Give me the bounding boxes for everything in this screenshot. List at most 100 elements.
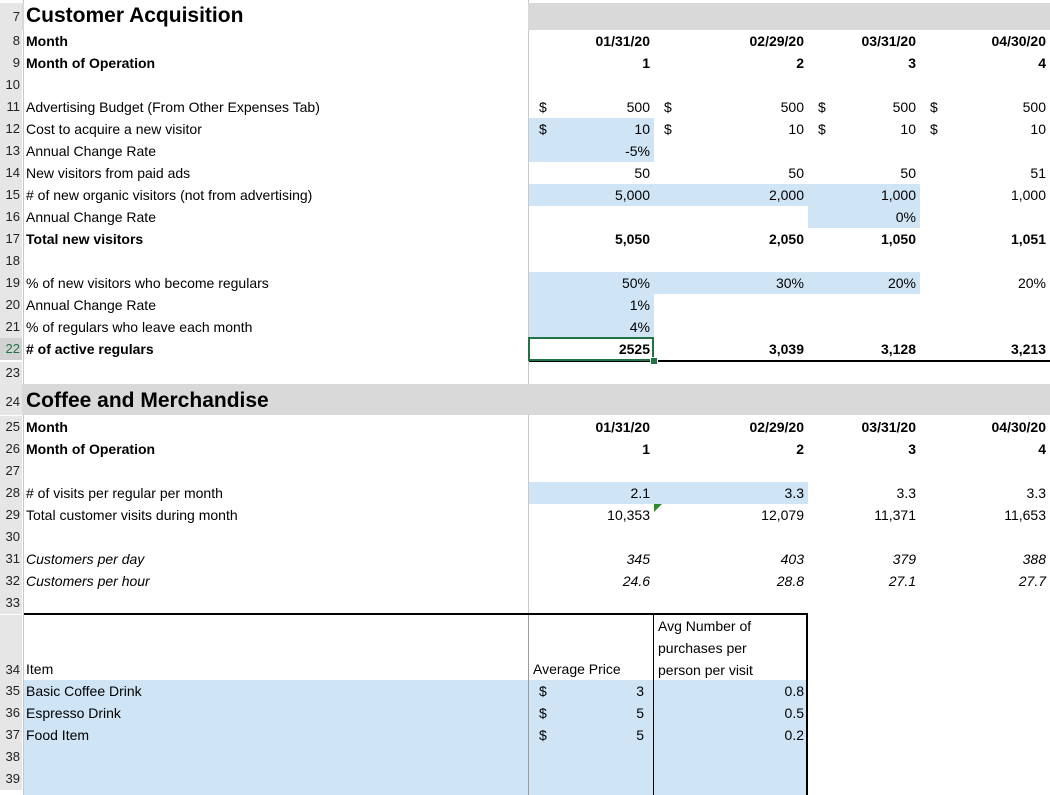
operation-cell[interactable]: 1 <box>529 52 654 74</box>
month-of-operation-row[interactable]: 26 Month of Operation 1 2 3 4 <box>0 438 1050 460</box>
item-name[interactable]: Basic Coffee Drink <box>24 680 528 702</box>
row-header[interactable]: 12 <box>0 118 22 140</box>
cost-per-visitor-cell[interactable]: $10 <box>808 118 920 140</box>
annual-change-cell[interactable]: -5% <box>529 140 654 162</box>
annual-change-row[interactable]: 20 Annual Change Rate 1% <box>0 294 1050 316</box>
operation-label[interactable]: Month of Operation <box>24 438 528 460</box>
cost-per-visitor-cell[interactable]: $10 <box>654 118 808 140</box>
operation-cell[interactable]: 3 <box>808 438 920 460</box>
month-cell[interactable]: 02/29/20 <box>654 30 808 52</box>
visits-per-regular-cell[interactable]: 3.3 <box>920 482 1050 504</box>
operation-cell[interactable]: 4 <box>920 438 1050 460</box>
pct-regulars-cell[interactable]: 20% <box>920 272 1050 294</box>
advertising-budget-label[interactable]: Advertising Budget (From Other Expenses … <box>24 96 528 118</box>
row-header[interactable]: 25 <box>0 416 22 438</box>
row-header[interactable]: 10 <box>0 74 22 96</box>
advertising-budget-cell[interactable]: $500 <box>529 96 654 118</box>
total-visitors-row[interactable]: 17 Total new visitors 5,050 2,050 1,050 … <box>0 228 1050 250</box>
month-cell[interactable]: 03/31/20 <box>808 416 920 438</box>
total-visits-label[interactable]: Total customer visits during month <box>24 504 528 526</box>
row-header[interactable]: 29 <box>0 504 22 526</box>
paid-visitors-cell[interactable]: 50 <box>654 162 808 184</box>
active-regulars-cell[interactable]: 3,213 <box>920 338 1050 360</box>
advertising-budget-cell[interactable]: $500 <box>654 96 808 118</box>
row-header[interactable]: 11 <box>0 96 22 118</box>
annual-change-cell[interactable]: 1% <box>529 294 654 316</box>
customers-per-hour-label[interactable]: Customers per hour <box>24 570 528 592</box>
operation-cell[interactable]: 4 <box>920 52 1050 74</box>
pct-regulars-cell[interactable]: 30% <box>654 272 808 294</box>
advertising-budget-row[interactable]: 11 Advertising Budget (From Other Expens… <box>0 96 1050 118</box>
month-cell[interactable]: 03/31/20 <box>808 30 920 52</box>
active-regulars-cell[interactable]: 3,039 <box>654 338 808 360</box>
row-header[interactable]: 32 <box>0 570 22 592</box>
item-purchases[interactable]: 0.8 <box>654 680 808 702</box>
row-header[interactable]: 28 <box>0 482 22 504</box>
total-visits-row[interactable]: 29 Total customer visits during month 10… <box>0 504 1050 526</box>
row-header[interactable]: 23 <box>0 362 22 384</box>
row-header[interactable]: 9 <box>0 52 22 74</box>
annual-change-cell[interactable]: 0% <box>808 206 920 228</box>
item-purchases[interactable]: 0.2 <box>654 724 808 746</box>
operation-cell[interactable]: 2 <box>654 438 808 460</box>
item-header-row[interactable]: 34 Item Average Price Avg Number of purc… <box>0 615 1050 680</box>
month-row[interactable]: 25 Month 01/31/20 02/29/20 03/31/20 04/3… <box>0 416 1050 438</box>
section-title[interactable]: Customer Acquisition <box>24 3 528 30</box>
advertising-budget-cell[interactable]: $500 <box>808 96 920 118</box>
item-row[interactable]: 37 Food Item $5 0.2 <box>0 724 1050 746</box>
customers-per-day-cell[interactable]: 345 <box>529 548 654 570</box>
pct-regulars-cell[interactable]: 20% <box>808 272 920 294</box>
item-purchases[interactable]: 0.5 <box>654 702 808 724</box>
row-header[interactable]: 7 <box>0 3 22 30</box>
visits-per-regular-label[interactable]: # of visits per regular per month <box>24 482 528 504</box>
annual-change-label[interactable]: Annual Change Rate <box>24 294 528 316</box>
month-label[interactable]: Month <box>24 30 528 52</box>
customers-per-hour-cell[interactable]: 27.7 <box>920 570 1050 592</box>
visits-per-regular-cell[interactable]: 2.1 <box>529 482 654 504</box>
organic-visitors-cell[interactable]: 1,000 <box>808 184 920 206</box>
pct-regulars-row[interactable]: 19 % of new visitors who become regulars… <box>0 272 1050 294</box>
row-header[interactable]: 15 <box>0 184 22 206</box>
row-header[interactable]: 39 <box>0 768 22 790</box>
row-header[interactable]: 24 <box>0 384 22 415</box>
pct-leave-cell[interactable]: 4% <box>529 316 654 338</box>
total-visitors-cell[interactable]: 2,050 <box>654 228 808 250</box>
row-header[interactable]: 13 <box>0 140 22 162</box>
section-title[interactable]: Coffee and Merchandise <box>24 384 528 415</box>
customers-per-hour-cell[interactable]: 28.8 <box>654 570 808 592</box>
month-cell[interactable]: 04/30/20 <box>920 30 1050 52</box>
blank-row[interactable]: 18 <box>0 250 1050 272</box>
pct-regulars-cell[interactable]: 50% <box>529 272 654 294</box>
organic-visitors-cell[interactable]: 5,000 <box>529 184 654 206</box>
item-name[interactable]: Espresso Drink <box>24 702 528 724</box>
pct-regulars-label[interactable]: % of new visitors who become regulars <box>24 272 528 294</box>
month-row[interactable]: 8 Month 01/31/20 02/29/20 03/31/20 04/30… <box>0 30 1050 52</box>
row-header[interactable]: 34 <box>0 615 22 680</box>
blank-row[interactable]: 38 <box>0 746 1050 768</box>
month-of-operation-row[interactable]: 9 Month of Operation 1 2 3 4 <box>0 52 1050 74</box>
annual-change-label[interactable]: Annual Change Rate <box>24 206 528 228</box>
customers-per-day-cell[interactable]: 388 <box>920 548 1050 570</box>
paid-visitors-label[interactable]: New visitors from paid ads <box>24 162 528 184</box>
error-indicator-icon[interactable] <box>654 504 662 512</box>
item-row[interactable]: 35 Basic Coffee Drink $3 0.8 <box>0 680 1050 702</box>
price-column-header[interactable]: Average Price <box>529 658 654 680</box>
row-header[interactable]: 37 <box>0 724 22 746</box>
paid-visitors-row[interactable]: 14 New visitors from paid ads 50 50 50 5… <box>0 162 1050 184</box>
customers-per-day-label[interactable]: Customers per day <box>24 548 528 570</box>
row-header[interactable]: 21 <box>0 316 22 338</box>
cost-per-visitor-row[interactable]: 12 Cost to acquire a new visitor $10 $10… <box>0 118 1050 140</box>
cost-per-visitor-cell[interactable]: $10 <box>529 118 654 140</box>
row-header[interactable]: 27 <box>0 460 22 482</box>
row-header[interactable]: 20 <box>0 294 22 316</box>
customers-per-day-cell[interactable]: 379 <box>808 548 920 570</box>
customers-per-hour-cell[interactable]: 24.6 <box>529 570 654 592</box>
total-visitors-label[interactable]: Total new visitors <box>24 228 528 250</box>
item-name[interactable]: Food Item <box>24 724 528 746</box>
total-visitors-cell[interactable]: 5,050 <box>529 228 654 250</box>
row-header[interactable]: 30 <box>0 526 22 548</box>
item-price[interactable]: $5 <box>529 724 654 746</box>
total-visits-cell[interactable]: 11,653 <box>920 504 1050 526</box>
month-label[interactable]: Month <box>24 416 528 438</box>
blank-row[interactable]: 27 <box>0 460 1050 482</box>
